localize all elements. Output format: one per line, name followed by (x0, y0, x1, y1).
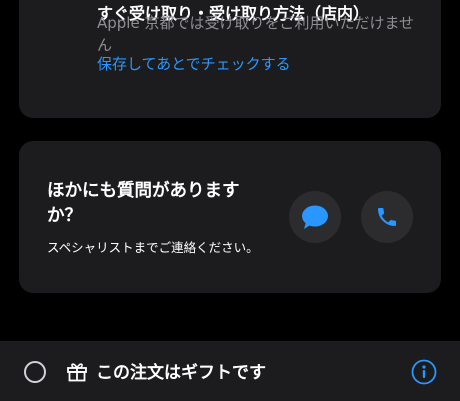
help-card: ほかにも質問がありますか？ スペシャリストまでご連絡ください。 (19, 141, 441, 293)
info-icon[interactable] (411, 359, 437, 385)
save-for-later-link[interactable]: 保存してあとでチェックする (97, 53, 291, 74)
pickup-card: すぐ受け取り・受け取り方法（店内） Apple 京都では受け取りをご利用いただけ… (19, 0, 441, 118)
chat-bubble-icon (302, 205, 328, 229)
chat-button[interactable] (289, 191, 341, 243)
gift-icon (67, 363, 87, 382)
help-subtext: スペシャリストまでご連絡ください。 (47, 240, 259, 255)
help-heading: ほかにも質問がありますか？ (47, 181, 240, 226)
phone-icon (378, 208, 396, 226)
gift-option-row[interactable]: この注文はギフトです (0, 341, 460, 401)
pickup-unavailable-text: Apple 京都では受け取りをご利用いただけません (97, 14, 415, 54)
gift-option-label: この注文はギフトです (96, 363, 266, 383)
call-button[interactable] (361, 191, 413, 243)
